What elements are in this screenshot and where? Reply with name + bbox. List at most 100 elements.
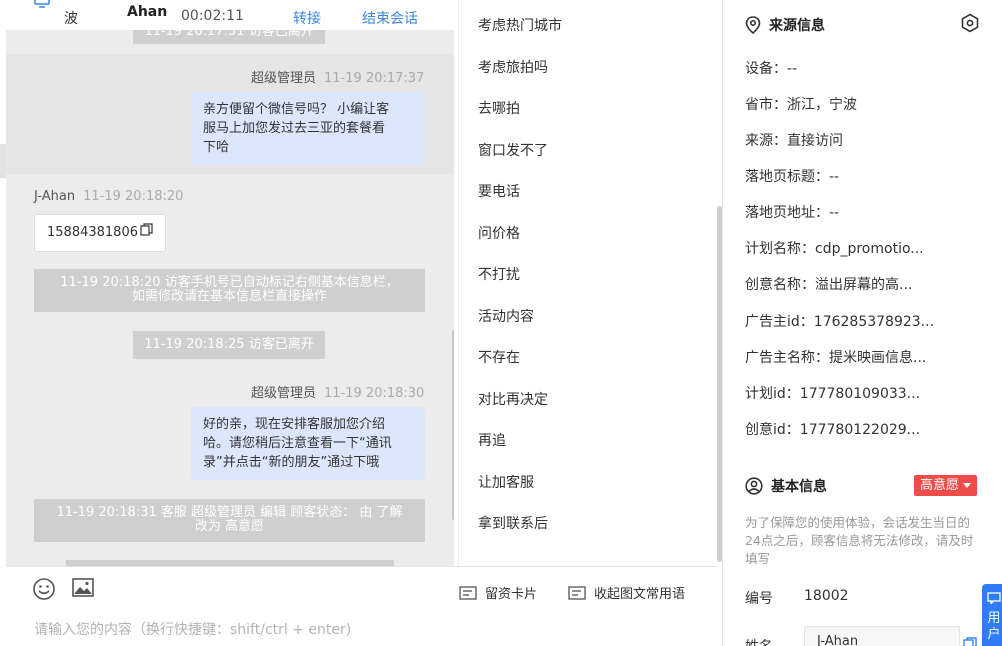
message-line: 录”并点击“新的朋友”通过下哦 [203, 455, 380, 470]
info-label: 设备： [745, 61, 787, 77]
transfer-button[interactable]: 转接 [293, 8, 321, 28]
message-composer: 留资卡片 收起图文常用语 [6, 566, 718, 646]
floating-user-button[interactable]: 用户 [982, 584, 1002, 646]
visitor-name: Ahan [127, 4, 168, 20]
message-meta: J-Ahan 11-19 20:18:20 [34, 189, 183, 204]
number-value: 18002 [804, 588, 849, 604]
system-message-text: 11-19 20:18:31 客服 超级管理员 编辑 顾客状态： 由 了解 [56, 505, 403, 520]
message-line: 亲方便留个微信号吗？ 小编让客 [203, 102, 390, 117]
message-time: 11-19 20:17:37 [324, 71, 425, 86]
info-value: -- [787, 61, 798, 77]
image-icon[interactable] [71, 577, 95, 603]
chat-scrollbar[interactable] [452, 330, 454, 520]
info-label: 落地页标题： [745, 169, 829, 185]
copy-icon[interactable] [963, 636, 977, 646]
name-field[interactable]: J-Ahan [804, 626, 960, 646]
info-value: 177780122029... [799, 422, 921, 438]
info-label: 创意id： [745, 422, 800, 438]
info-label: 广告主名称： [745, 350, 829, 366]
card-icon [459, 585, 477, 600]
visitor-location: 波 [64, 11, 78, 27]
end-session-button[interactable]: 结束会话 [362, 8, 418, 28]
message-icon [987, 592, 1001, 605]
quick-phrase-item[interactable]: 活动内容 [478, 306, 534, 326]
info-edit-notice: 为了保障您的使用体验，会话发生当日的24点之后，顾客信息将无法修改，请及时填写 [745, 515, 974, 566]
floating-button-label: 用户 [987, 611, 1001, 642]
message-line: 哈。请您稍后注意查看一下“通讯 [203, 436, 392, 451]
quick-phrase-item[interactable]: 再追 [478, 430, 506, 450]
system-message: 11-19 20:18:25 访客已离开 [133, 331, 325, 359]
message-line: 服马上加您发过去三亚的套餐看 [203, 121, 386, 136]
collapse-phrases-button[interactable]: 收起图文常用语 [568, 583, 685, 602]
lead-card-button[interactable]: 留资卡片 [459, 583, 537, 602]
phone-number: 15884381806 [47, 225, 138, 240]
intent-status-dropdown[interactable]: 高意愿 [914, 475, 978, 496]
quick-phrase-item[interactable]: 不打扰 [478, 264, 520, 284]
chat-workspace: 波 Ahan 00:02:11 转接 结束会话 11-19 20:17:51 访… [0, 0, 1002, 646]
info-value: 提米映画信息... [829, 350, 927, 366]
left-edge-tab [0, 144, 6, 178]
quick-phrase-item[interactable]: 对比再决定 [478, 389, 548, 409]
caret-down-icon [963, 482, 972, 488]
customer-info-panel: 来源信息 设备：-- 省市：浙江，宁波 来源：直接访问 落地页标题：-- 落地页… [723, 0, 1002, 646]
info-value: 177780109033... [799, 386, 921, 402]
sender-name: 超级管理员 [251, 71, 317, 86]
quick-phrase-item[interactable]: 要电话 [478, 181, 520, 201]
quick-phrase-item[interactable]: 问价格 [478, 223, 520, 243]
info-value: cdp_promotio... [815, 241, 924, 257]
info-label: 来源： [745, 133, 787, 149]
quick-phrase-item[interactable]: 让加客服 [478, 472, 534, 492]
quick-phrase-item[interactable]: 不存在 [478, 347, 520, 367]
message-input[interactable] [34, 619, 704, 641]
info-row-landing-url: 落地页地址：-- [745, 202, 995, 222]
quick-phrase-item[interactable]: 拿到联系后 [478, 513, 548, 533]
system-message-text: 改为 高意愿 [194, 519, 265, 534]
user-circle-icon [745, 477, 763, 495]
card-icon [568, 585, 586, 600]
info-value: -- [829, 205, 840, 221]
info-label: 落地页地址： [745, 205, 829, 221]
info-row-landing-title: 落地页标题：-- [745, 166, 995, 186]
quick-phrase-item[interactable]: 窗口发不了 [478, 140, 548, 160]
info-label: 广告主id： [745, 314, 814, 330]
info-label: 计划名称： [745, 241, 815, 257]
agent-message-bubble: 好的亲，现在安排客服加您介绍 哈。请您稍后注意查看一下“通讯 录”并点击“新的朋… [191, 407, 425, 480]
info-row-plan-id: 计划id：177780109033... [745, 383, 995, 403]
quick-phrase-item[interactable]: 考虑旅拍吗 [478, 57, 548, 77]
copy-icon[interactable] [140, 215, 153, 251]
info-row-source: 来源：直接访问 [745, 130, 995, 150]
info-value: -- [829, 169, 840, 185]
quick-phrase-item[interactable]: 去哪拍 [478, 98, 520, 118]
info-row-advertiser-id: 广告主id：176285378923... [745, 311, 995, 331]
source-info-header: 来源信息 [745, 15, 825, 35]
name-label: 姓名 [745, 636, 773, 646]
system-message: 11-19 20:18:31 客服 超级管理员 编辑 顾客状态： 由 了解 改为… [34, 499, 425, 542]
info-value: 浙江，宁波 [787, 97, 857, 113]
info-label: 省市： [745, 97, 787, 113]
info-row-plan-name: 计划名称：cdp_promotio... [745, 238, 995, 258]
system-message: 11-19 20:18:20 访客手机号已自动标记右侧基本信息栏， 如需修改请在… [34, 269, 425, 312]
source-info-title: 来源信息 [769, 18, 825, 34]
info-value: 直接访问 [787, 133, 843, 149]
info-row-advertiser-name: 广告主名称：提米映画信息... [745, 347, 995, 367]
info-row-province: 省市：浙江，宁波 [745, 94, 995, 114]
message-time: 11-19 20:18:30 [324, 386, 425, 401]
info-row-creative-name: 创意名称：溢出屏幕的高... [745, 274, 995, 294]
sender-name: J-Ahan [34, 189, 76, 204]
quick-phrase-item[interactable]: 考虑热门城市 [478, 15, 562, 35]
system-message-text: 11-19 20:18:20 访客手机号已自动标记右侧基本信息栏， [60, 275, 399, 290]
smile-icon[interactable] [32, 577, 56, 605]
chat-panel: 波 Ahan 00:02:11 转接 结束会话 11-19 20:17:51 访… [6, 0, 454, 566]
lead-card-label: 留资卡片 [485, 587, 538, 602]
location-pin-icon [745, 16, 761, 34]
info-value: 溢出屏幕的高... [815, 277, 913, 293]
sender-name: 超级管理员 [251, 386, 317, 401]
message-meta: 超级管理员 11-19 20:17:37 [251, 67, 424, 86]
number-label: 编号 [745, 591, 773, 607]
intent-status-label: 高意愿 [920, 478, 960, 493]
info-row-creative-id: 创意id：177780122029... [745, 419, 995, 439]
message-meta: 超级管理员 11-19 20:18:30 [251, 382, 424, 401]
settings-hexagon-icon[interactable] [960, 13, 980, 37]
message-line: 好的亲，现在安排客服加您介绍 [203, 417, 386, 432]
collapse-phrases-label: 收起图文常用语 [594, 587, 686, 602]
